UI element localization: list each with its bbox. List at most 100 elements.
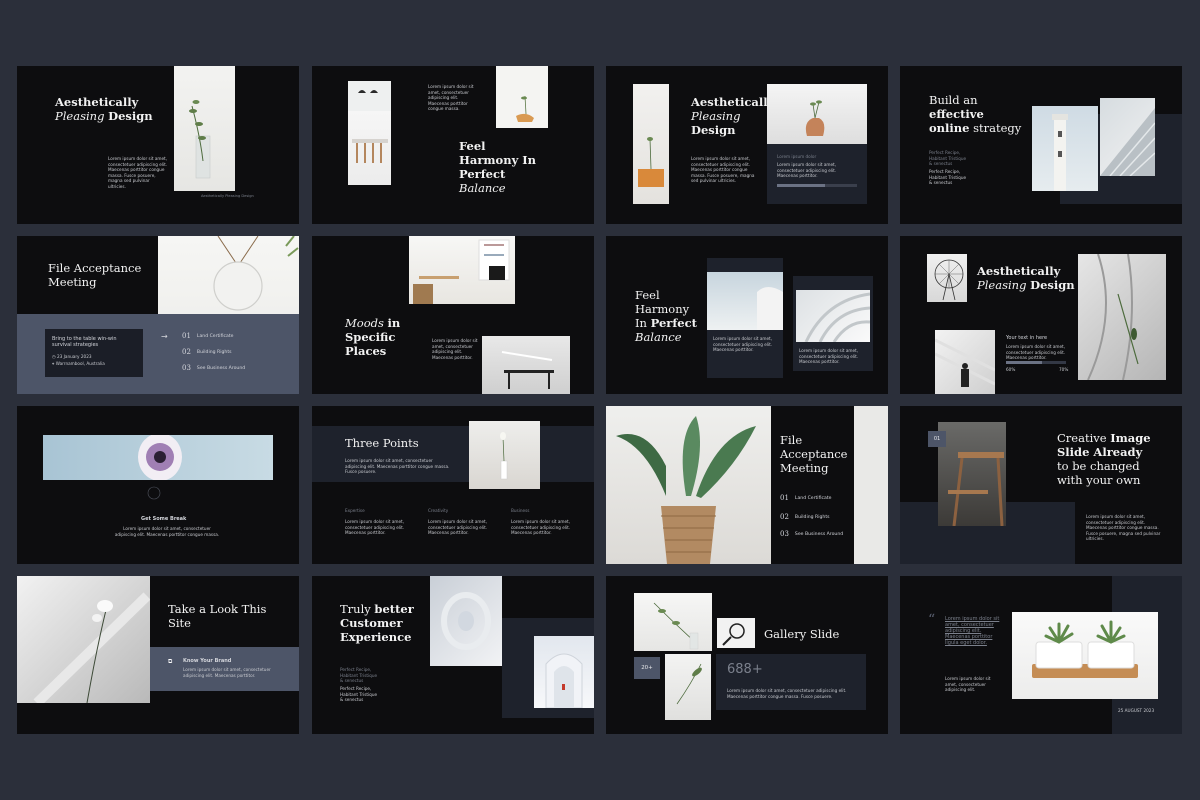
slide-title: File Acceptance Meeting bbox=[48, 261, 142, 289]
slide-thumbnail-2[interactable]: Lorem ipsum dolor sit amet, consectetuer… bbox=[312, 66, 594, 224]
column-heading: Creativity bbox=[428, 508, 449, 513]
info-box: Bring to the table win-win survival stra… bbox=[45, 329, 143, 377]
circle-icon bbox=[147, 486, 161, 500]
body-text: Lorem ipsum dolor sit amet, consectetuer… bbox=[945, 676, 991, 692]
box-title: Bring to the table win-win survival stra… bbox=[52, 336, 117, 348]
small-text: Perfect Recipe, Habitant Tristique & sen… bbox=[929, 150, 967, 166]
stats-text: Lorem ipsum dolor sit amet, consectetuer… bbox=[727, 688, 847, 699]
column-text: Lorem ipsum dolor sit amet, consectetuer… bbox=[511, 519, 571, 535]
tower-photo bbox=[1032, 106, 1098, 191]
card-left: Lorem ipsum dolor sit amet, consectetuer… bbox=[707, 258, 783, 378]
slide-title: Three Points bbox=[345, 436, 419, 450]
slide-title: Truly better Customer Experience bbox=[340, 602, 414, 644]
plant-vase-photo bbox=[174, 66, 235, 191]
subheading: Your text in here bbox=[1006, 335, 1048, 341]
pot-photo bbox=[767, 84, 867, 144]
list-item: 02 Building Rights bbox=[780, 513, 830, 521]
architecture-photo bbox=[707, 272, 783, 330]
monstera-basket-photo bbox=[606, 406, 771, 564]
body-text: Lorem ipsum dolor sit amet, consectetuer… bbox=[183, 667, 271, 678]
dining-photo bbox=[482, 336, 570, 394]
slide-title: Moods in Specific Places bbox=[345, 316, 401, 358]
flower-banner-photo bbox=[43, 435, 273, 480]
wooden-chair-photo bbox=[938, 422, 1006, 526]
slide-thumbnail-8[interactable]: Aesthetically Pleasing Design Your text i… bbox=[900, 236, 1182, 394]
progress-bar bbox=[777, 184, 857, 187]
slide-title: Creative Image Slide Already to be changed… bbox=[1057, 431, 1151, 487]
slide-thumbnail-9[interactable]: Get Some Break Lorem ipsum dolor sit ame… bbox=[17, 406, 299, 564]
body-text: Lorem ipsum dolor sit amet, consectetuer… bbox=[345, 458, 450, 474]
place-line: ⌖ Warrnambool, Australia bbox=[52, 361, 105, 366]
list-item: 03 See Business Around bbox=[780, 530, 844, 538]
column-heading: Business bbox=[511, 508, 530, 513]
slide-thumbnail-4[interactable]: Build an effective online strategy Perfect… bbox=[900, 66, 1182, 224]
arch-stairs-photo bbox=[534, 636, 594, 708]
slide-title: Aesthetically Pleasing Design bbox=[55, 95, 153, 123]
number-badge: 01 bbox=[928, 431, 946, 447]
progress-label: 70% bbox=[1059, 367, 1069, 372]
list-item: 01 Land Certificate bbox=[780, 494, 832, 502]
body-text: Lorem ipsum dolor sit amet, consectetuer… bbox=[108, 156, 168, 189]
slide-title: Feel Harmony In Perfect Balance bbox=[459, 139, 537, 195]
slide-thumbnail-5[interactable]: File Acceptance Meeting Bring to the tabl… bbox=[17, 236, 299, 394]
magnifier-photo bbox=[717, 618, 755, 648]
room-photo bbox=[409, 236, 515, 304]
slide-title: Gallery Slide bbox=[764, 627, 840, 641]
interior-photo bbox=[348, 81, 391, 185]
subheading: Get Some Break bbox=[141, 516, 187, 522]
side-photo-strip bbox=[854, 406, 888, 564]
person-photo bbox=[935, 330, 995, 394]
progress-label: 60% bbox=[1006, 367, 1016, 372]
flower-vase-photo bbox=[469, 421, 540, 489]
count-badge: 20+ bbox=[634, 657, 660, 679]
slide-thumbnail-16[interactable]: “ Lorem ipsum dolor sit amet, consectetu… bbox=[900, 576, 1182, 734]
slide-thumbnail-7[interactable]: Feel Harmony In Perfect Balance Lorem ipsum… bbox=[606, 236, 888, 394]
panel-text: Lorem ipsum dolor sit amet, consectetuer… bbox=[777, 162, 837, 178]
small-text: Perfect Recipe, Habitant Tristique & sen… bbox=[340, 667, 378, 683]
subheading: Know Your Brand bbox=[183, 658, 232, 664]
column-text: Lorem ipsum dolor sit amet, consectetuer… bbox=[428, 519, 488, 535]
slide-thumbnail-13[interactable]: Take a Look This Site ⧉ Know Your Brand L… bbox=[17, 576, 299, 734]
card-text: Lorem ipsum dolor sit amet, consectetuer… bbox=[799, 348, 859, 364]
card-right: Lorem ipsum dolor sit amet, consectetuer… bbox=[793, 276, 873, 371]
body-text: Lorem ipsum dolor sit amet, consectetuer… bbox=[1086, 514, 1161, 541]
slide-title: Feel Harmony In Perfect Balance bbox=[635, 288, 697, 344]
column-text: Lorem ipsum dolor sit amet, consectetuer… bbox=[345, 519, 405, 535]
flowers-photo bbox=[633, 84, 669, 204]
external-link-icon: ⧉ bbox=[168, 658, 173, 665]
panel-label: Lorem ipsum dolor bbox=[777, 154, 817, 159]
draped-fabric-photo bbox=[1078, 254, 1166, 380]
slide-thumbnail-1[interactable]: Aesthetically Pleasing Design Lorem ipsum… bbox=[17, 66, 299, 224]
body-text: Lorem ipsum dolor sit amet, consectetuer… bbox=[432, 338, 478, 360]
flower-shadow-photo bbox=[17, 576, 150, 703]
caption: Aesthetically Pleasing Design bbox=[201, 194, 254, 198]
slide-title: Build an effective online strategy bbox=[929, 93, 1022, 135]
curves-photo bbox=[796, 290, 870, 342]
slide-thumbnail-15[interactable]: Gallery Slide 20+ 688+ Lorem ipsum dolor… bbox=[606, 576, 888, 734]
column-heading: Expertise bbox=[345, 508, 365, 513]
slide-thumbnail-11[interactable]: File Acceptance Meeting 01 Land Certificate… bbox=[606, 406, 888, 564]
progress-bar bbox=[1006, 361, 1066, 364]
arrow-right-icon: → bbox=[161, 332, 168, 341]
slide-thumbnail-6[interactable]: Moods in Specific Places Lorem ipsum dolor… bbox=[312, 236, 594, 394]
slide-thumbnail-10[interactable]: Three Points Lorem ipsum dolor sit amet,… bbox=[312, 406, 594, 564]
body-text: Lorem ipsum dolor sit amet, consectetuer… bbox=[428, 84, 474, 111]
slide-title: File Acceptance Meeting bbox=[780, 433, 848, 475]
quote-icon: “ bbox=[928, 612, 936, 628]
succulent-pots-photo bbox=[1012, 612, 1158, 699]
date-label: 25 AUGUST 2023 bbox=[1118, 708, 1155, 713]
ferris-wheel-photo bbox=[927, 254, 967, 302]
leaf-photo bbox=[665, 654, 711, 720]
small-text-2: Perfect Recipe, Habitant Tristique & sen… bbox=[929, 169, 967, 185]
slide-thumbnail-14[interactable]: Truly better Customer Experience Perfect R… bbox=[312, 576, 594, 734]
spiral-stair-photo bbox=[430, 576, 502, 666]
slide-thumbnail-3[interactable]: Aesthetically Pleasing Design Lorem ipsum … bbox=[606, 66, 888, 224]
slide-title: Aesthetically Pleasing Design bbox=[691, 95, 775, 137]
vase-photo bbox=[496, 66, 548, 128]
slide-thumbnail-12[interactable]: 01 Creative Image Slide Already to be chan… bbox=[900, 406, 1182, 564]
date-line: ◷ 23 January 2023 bbox=[52, 354, 92, 359]
building-photo bbox=[1100, 98, 1155, 176]
body-text: Lorem ipsum dolor sit amet, consectetuer… bbox=[114, 526, 220, 537]
body-text: Lorem ipsum dolor sit amet, consectetuer… bbox=[1006, 344, 1066, 360]
plant-branch-photo bbox=[634, 593, 712, 651]
